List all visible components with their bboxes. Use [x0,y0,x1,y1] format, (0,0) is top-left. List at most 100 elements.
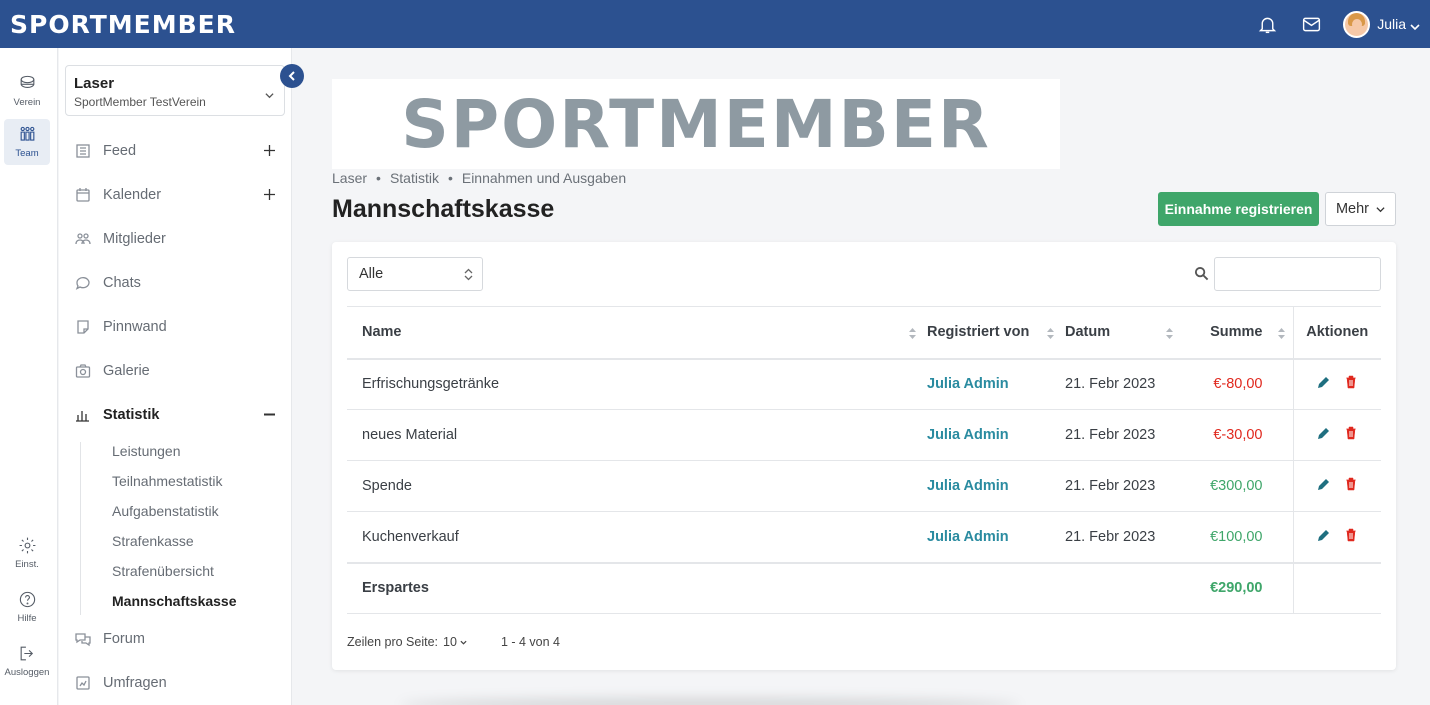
edit-icon[interactable] [1317,375,1331,389]
top-bar: SPORTMEMBER Julia [0,0,1430,48]
submenu-item-leistungen[interactable]: Leistungen [112,443,181,459]
submenu-item-mannschaftskasse[interactable]: Mannschaftskasse [112,593,237,609]
user-name[interactable]: Julia [1377,16,1406,32]
rail-item-team[interactable]: Team [4,119,50,165]
sidebar-item-label: Statistik [103,407,160,423]
sidebar-item-feed[interactable]: Feed [75,140,280,162]
submenu-divider [80,442,81,615]
calendar-icon [76,188,90,202]
search-input[interactable] [1214,257,1381,291]
edit-icon[interactable] [1317,426,1331,440]
sidebar-item-kalender[interactable]: Kalender [75,184,280,206]
sidebar-item-mitglieder[interactable]: Mitglieder [75,228,280,250]
sidebar-item-label: Feed [103,143,137,159]
cell-sum: €-30,00 [1183,409,1293,461]
rail-label-verein: Verein [13,97,41,108]
sort-icon[interactable] [1166,327,1173,339]
rows-per-page-select[interactable]: 10 [443,635,457,649]
rail-label-help: Hilfe [17,613,37,624]
cell-date: 21. Febr 2023 [1065,460,1183,512]
sidebar-item-pinnwand[interactable]: Pinnwand [75,316,280,338]
table-row: Kuchenverkauf Julia Admin 21. Febr 2023 … [347,511,1381,563]
cell-actions [1292,511,1381,563]
chevron-left-icon [288,71,295,81]
breadcrumb-item[interactable]: Laser [332,170,367,186]
pagination: Zeilen pro Seite: 10 1 - 4 von 4 [347,635,560,649]
sort-icon[interactable] [909,327,916,339]
brand-logo[interactable]: SPORTMEMBER [10,10,236,39]
type-filter-select[interactable]: Alle [347,257,483,291]
column-header-date[interactable]: Datum [1065,306,1183,360]
add-feed-icon[interactable] [263,144,276,157]
submenu-item-strafenkasse[interactable]: Strafenkasse [112,533,194,549]
chat-icon [75,277,90,290]
forum-icon [75,633,91,647]
more-button[interactable]: Mehr [1325,192,1396,226]
transactions-card: Alle Name Registriert von Datum Summe Ak… [332,242,1396,670]
collapse-minus-icon[interactable] [263,408,276,421]
sidebar-item-umfragen[interactable]: Umfragen [75,672,280,694]
table-row: Erfrischungsgetränke Julia Admin 21. Feb… [347,358,1381,410]
rail-item-help[interactable]: Hilfe [4,584,50,630]
cell-name: Erfrischungsgetränke [347,358,927,410]
select-arrows-icon [464,268,473,281]
delete-icon[interactable] [1344,528,1358,542]
pagination-range: 1 - 4 von 4 [500,635,561,649]
feed-icon [76,144,90,158]
sidebar-item-galerie[interactable]: Galerie [75,360,280,382]
cell-registered-by[interactable]: Julia Admin [927,409,1065,461]
gear-icon [19,537,35,554]
delete-icon[interactable] [1344,477,1358,491]
collapse-sidebar-button[interactable] [280,64,304,88]
submenu-item-aufgabenstatistik[interactable]: Aufgabenstatistik [112,503,219,519]
submenu-item-teilnahmestatistik[interactable]: Teilnahmestatistik [112,473,223,489]
column-header-name[interactable]: Name [347,306,927,360]
submenu-item-strafenuebersicht[interactable]: Strafenübersicht [112,563,214,579]
column-header-registered-by[interactable]: Registriert von [927,306,1065,360]
breadcrumb-item[interactable]: Statistik [390,170,439,186]
bell-icon[interactable] [1255,12,1279,36]
chevron-down-icon[interactable] [460,639,467,646]
cell-actions [1292,460,1381,512]
chevron-down-icon [1376,206,1385,212]
sidebar-item-statistik[interactable]: Statistik [75,404,280,426]
cell-actions [1292,409,1381,461]
cell-registered-by[interactable]: Julia Admin [927,460,1065,512]
rail-item-logout[interactable]: Ausloggen [4,638,50,684]
delete-icon[interactable] [1344,375,1358,389]
add-event-icon[interactable] [263,188,276,201]
sidebar-item-label: Umfragen [103,675,167,691]
mail-icon[interactable] [1299,12,1323,36]
note-icon [77,320,89,334]
cell-registered-by[interactable]: Julia Admin [927,511,1065,563]
cell-name: Kuchenverkauf [347,511,927,563]
bar-chart-icon [76,411,89,422]
help-icon [19,591,35,608]
rail-item-verein[interactable]: Verein [4,68,50,114]
sidebar-item-chats[interactable]: Chats [75,272,280,294]
column-header-actions: Aktionen [1292,306,1381,360]
transactions-table: Name Registriert von Datum Summe Aktione… [347,306,1381,614]
sort-icon[interactable] [1047,327,1054,339]
cell-date: 21. Febr 2023 [1065,358,1183,410]
sidebar-item-label: Chats [103,275,141,291]
breadcrumb-item: Einnahmen und Ausgaben [461,170,627,186]
avatar[interactable] [1343,10,1371,38]
sidebar-item-forum[interactable]: Forum [75,628,280,650]
edit-icon[interactable] [1317,528,1331,542]
club-name: SportMember TestVerein [74,95,206,109]
column-header-sum[interactable]: Summe [1183,306,1293,360]
delete-icon[interactable] [1344,426,1358,440]
rail-label-logout: Ausloggen [4,667,50,678]
sort-icon[interactable] [1277,327,1285,339]
cell-sum: €100,00 [1183,511,1293,563]
chevron-down-icon[interactable] [1410,19,1420,31]
cell-name: Spende [347,460,927,512]
rail-item-settings[interactable]: Einst. [4,530,50,576]
edit-icon[interactable] [1317,477,1331,491]
total-sum: €290,00 [1183,562,1293,614]
register-income-button[interactable]: Einnahme registrieren [1158,192,1319,226]
sidebar-item-label: Galerie [103,363,150,379]
team-selector[interactable]: Laser SportMember TestVerein [65,65,285,116]
cell-registered-by[interactable]: Julia Admin [927,358,1065,410]
